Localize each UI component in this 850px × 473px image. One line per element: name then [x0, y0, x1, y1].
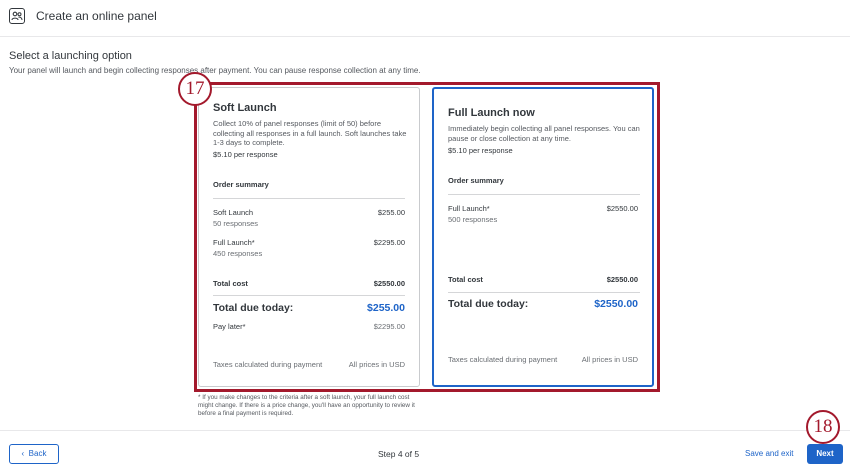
back-button[interactable]: ‹ Back: [9, 444, 59, 464]
price-change-disclaimer: * If you make changes to the criteria af…: [198, 394, 415, 417]
page-title: Create an online panel: [36, 9, 157, 23]
next-button[interactable]: Next: [807, 444, 843, 464]
annotation-badge-18: 18: [806, 410, 840, 444]
annotation-highlight-box: [194, 82, 660, 392]
step-indicator: Step 4 of 5: [378, 449, 420, 459]
back-button-label: Back: [28, 449, 47, 458]
section-title: Select a launching option: [9, 50, 132, 62]
users-panel-icon: [9, 8, 25, 24]
wizard-footer: ‹ Back Step 4 of 5 Save and exit Next: [0, 430, 850, 473]
section-description: Your panel will launch and begin collect…: [9, 66, 421, 75]
annotation-badge-17: 17: [178, 72, 212, 106]
save-and-exit-link[interactable]: Save and exit: [745, 449, 793, 458]
page-header: Create an online panel: [0, 0, 850, 37]
chevron-left-icon: ‹: [21, 449, 25, 458]
